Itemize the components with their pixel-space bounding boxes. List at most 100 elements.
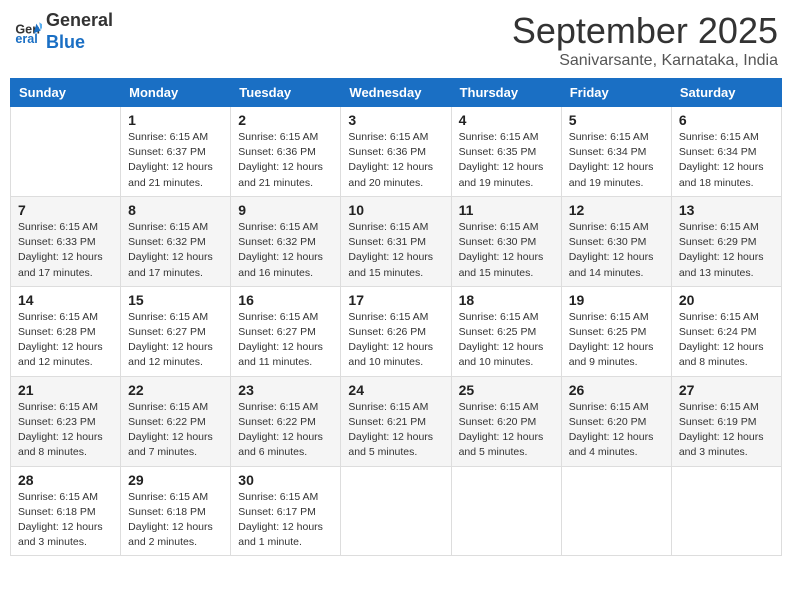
day-info: Sunrise: 6:15 AM Sunset: 6:21 PM Dayligh… [348,400,443,461]
day-info: Sunrise: 6:15 AM Sunset: 6:22 PM Dayligh… [238,400,333,461]
calendar-cell: 25Sunrise: 6:15 AM Sunset: 6:20 PM Dayli… [451,376,561,466]
day-info: Sunrise: 6:15 AM Sunset: 6:27 PM Dayligh… [238,310,333,371]
day-number: 21 [18,382,113,398]
calendar-cell [11,107,121,197]
day-number: 15 [128,292,223,308]
calendar-cell: 30 Sunrise: 6:15 AM Sunset: 6:17 PM Dayli… [231,466,341,556]
day-info: Sunrise: 6:15 AM Sunset: 6:27 PM Dayligh… [128,310,223,371]
week-row-4: 21 Sunrise: 6:15 AM Sunset: 6:23 PM Dayli… [11,376,782,466]
calendar-cell: 14 Sunrise: 6:15 AM Sunset: 6:28 PM Dayli… [11,286,121,376]
header-friday: Friday [561,79,671,107]
calendar-cell: 19 Sunrise: 6:15 AM Sunset: 6:25 PM Dayli… [561,286,671,376]
day-info: Sunrise: 6:15 AM Sunset: 6:18 PM Dayligh… [128,490,223,551]
logo: Gen eral General Blue [14,10,113,53]
calendar-table: SundayMondayTuesdayWednesdayThursdayFrid… [10,78,782,556]
day-number: 7 [18,202,113,218]
day-number: 14 [18,292,113,308]
day-number: 29 [128,472,223,488]
calendar-cell [341,466,451,556]
calendar-cell: 3Sunrise: 6:15 AM Sunset: 6:36 PM Daylig… [341,107,451,197]
calendar-cell: 18 Sunrise: 6:15 AM Sunset: 6:25 PM Dayli… [451,286,561,376]
calendar-cell: 6 Sunrise: 6:15 AM Sunset: 6:34 PM Daylig… [671,107,781,197]
day-number: 11 [459,202,554,218]
day-number: 2 [238,112,333,128]
day-info: Sunrise: 6:15 AM Sunset: 6:28 PM Dayligh… [18,310,113,371]
day-info: Sunrise: 6:15 AM Sunset: 6:25 PM Dayligh… [569,310,664,371]
calendar-cell: 9Sunrise: 6:15 AM Sunset: 6:32 PM Daylig… [231,196,341,286]
day-info: Sunrise: 6:15 AM Sunset: 6:34 PM Dayligh… [679,130,774,191]
week-row-5: 28 Sunrise: 6:15 AM Sunset: 6:18 PM Dayli… [11,466,782,556]
day-info: Sunrise: 6:15 AM Sunset: 6:35 PM Dayligh… [459,130,554,191]
day-number: 9 [238,202,333,218]
day-number: 13 [679,202,774,218]
calendar-cell: 20Sunrise: 6:15 AM Sunset: 6:24 PM Dayli… [671,286,781,376]
calendar-cell: 12 Sunrise: 6:15 AM Sunset: 6:30 PM Dayli… [561,196,671,286]
day-info: Sunrise: 6:15 AM Sunset: 6:34 PM Dayligh… [569,130,664,191]
day-number: 8 [128,202,223,218]
calendar-cell: 11 Sunrise: 6:15 AM Sunset: 6:30 PM Dayli… [451,196,561,286]
week-row-3: 14 Sunrise: 6:15 AM Sunset: 6:28 PM Dayli… [11,286,782,376]
day-number: 4 [459,112,554,128]
calendar-cell: 4 Sunrise: 6:15 AM Sunset: 6:35 PM Daylig… [451,107,561,197]
month-title: September 2025 [512,10,778,52]
day-number: 16 [238,292,333,308]
calendar-cell: 27 Sunrise: 6:15 AM Sunset: 6:19 PM Dayli… [671,376,781,466]
title-area: September 2025 Sanivarsante, Karnataka, … [512,10,778,70]
header-saturday: Saturday [671,79,781,107]
day-number: 10 [348,202,443,218]
day-number: 3 [348,112,443,128]
logo-line1: General [46,10,113,32]
day-info: Sunrise: 6:15 AM Sunset: 6:26 PM Dayligh… [348,310,443,371]
header-thursday: Thursday [451,79,561,107]
calendar-cell: 8 Sunrise: 6:15 AM Sunset: 6:32 PM Daylig… [121,196,231,286]
calendar-cell: 29 Sunrise: 6:15 AM Sunset: 6:18 PM Dayli… [121,466,231,556]
day-info: Sunrise: 6:15 AM Sunset: 6:25 PM Dayligh… [459,310,554,371]
day-number: 26 [569,382,664,398]
calendar-cell: 15 Sunrise: 6:15 AM Sunset: 6:27 PM Dayli… [121,286,231,376]
day-info: Sunrise: 6:15 AM Sunset: 6:19 PM Dayligh… [679,400,774,461]
day-info: Sunrise: 6:15 AM Sunset: 6:30 PM Dayligh… [569,220,664,281]
day-info: Sunrise: 6:15 AM Sunset: 6:37 PM Dayligh… [128,130,223,191]
day-info: Sunrise: 6:15 AM Sunset: 6:24 PM Dayligh… [679,310,774,371]
svg-text:eral: eral [15,32,37,46]
logo-line2: Blue [46,32,113,54]
day-number: 5 [569,112,664,128]
day-number: 28 [18,472,113,488]
day-number: 17 [348,292,443,308]
day-number: 19 [569,292,664,308]
day-number: 25 [459,382,554,398]
day-number: 22 [128,382,223,398]
day-number: 18 [459,292,554,308]
calendar-header-row: SundayMondayTuesdayWednesdayThursdayFrid… [11,79,782,107]
day-number: 12 [569,202,664,218]
header-monday: Monday [121,79,231,107]
calendar-cell: 23 Sunrise: 6:15 AM Sunset: 6:22 PM Dayli… [231,376,341,466]
calendar-cell: 28 Sunrise: 6:15 AM Sunset: 6:18 PM Dayli… [11,466,121,556]
calendar-cell: 16 Sunrise: 6:15 AM Sunset: 6:27 PM Dayli… [231,286,341,376]
day-info: Sunrise: 6:15 AM Sunset: 6:18 PM Dayligh… [18,490,113,551]
day-number: 1 [128,112,223,128]
calendar-cell: 13 Sunrise: 6:15 AM Sunset: 6:29 PM Dayli… [671,196,781,286]
calendar-cell: 10 Sunrise: 6:15 AM Sunset: 6:31 PM Dayli… [341,196,451,286]
calendar-cell: 26Sunrise: 6:15 AM Sunset: 6:20 PM Dayli… [561,376,671,466]
day-info: Sunrise: 6:15 AM Sunset: 6:30 PM Dayligh… [459,220,554,281]
day-info: Sunrise: 6:15 AM Sunset: 6:22 PM Dayligh… [128,400,223,461]
day-number: 30 [238,472,333,488]
header-wednesday: Wednesday [341,79,451,107]
day-number: 6 [679,112,774,128]
day-info: Sunrise: 6:15 AM Sunset: 6:31 PM Dayligh… [348,220,443,281]
day-info: Sunrise: 6:15 AM Sunset: 6:17 PM Dayligh… [238,490,333,551]
location-subtitle: Sanivarsante, Karnataka, India [512,52,778,70]
day-number: 23 [238,382,333,398]
day-info: Sunrise: 6:15 AM Sunset: 6:32 PM Dayligh… [128,220,223,281]
calendar-cell [451,466,561,556]
day-info: Sunrise: 6:15 AM Sunset: 6:29 PM Dayligh… [679,220,774,281]
day-number: 27 [679,382,774,398]
calendar-cell: 21 Sunrise: 6:15 AM Sunset: 6:23 PM Dayli… [11,376,121,466]
day-info: Sunrise: 6:15 AM Sunset: 6:36 PM Dayligh… [238,130,333,191]
calendar-cell: 17 Sunrise: 6:15 AM Sunset: 6:26 PM Dayli… [341,286,451,376]
calendar-cell: 24Sunrise: 6:15 AM Sunset: 6:21 PM Dayli… [341,376,451,466]
header: Gen eral General Blue September 2025 San… [10,10,782,70]
day-info: Sunrise: 6:15 AM Sunset: 6:23 PM Dayligh… [18,400,113,461]
week-row-1: 1 Sunrise: 6:15 AM Sunset: 6:37 PM Daylig… [11,107,782,197]
